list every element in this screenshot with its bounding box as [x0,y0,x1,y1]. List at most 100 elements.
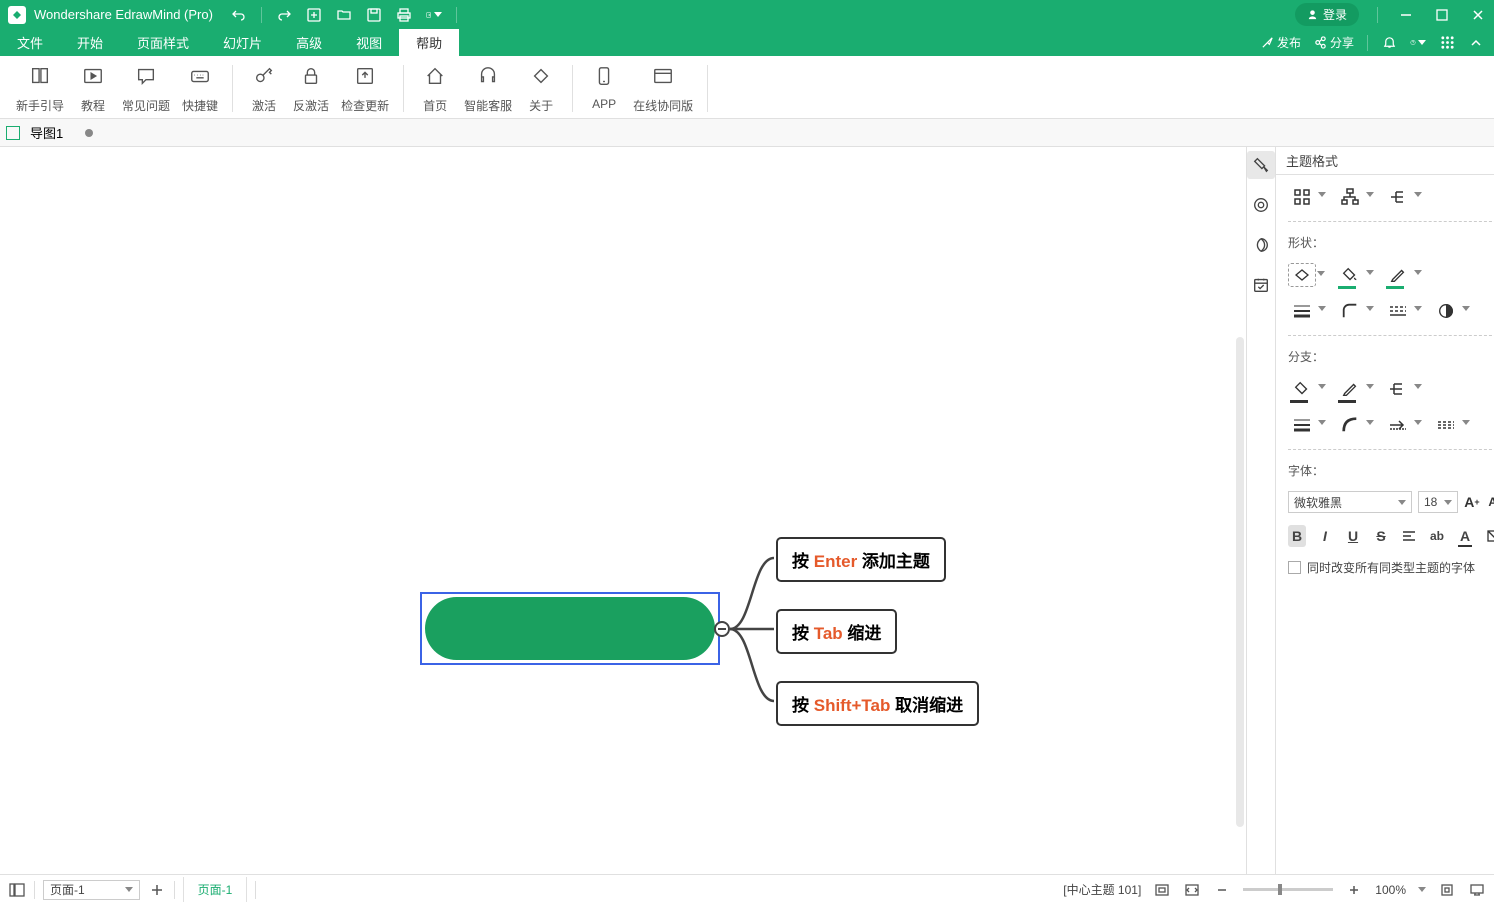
document-tabs: 导图1 [0,119,1494,147]
panel-task-icon[interactable] [1247,271,1275,299]
btn-update[interactable]: 检查更新 [335,63,395,116]
branch-start-button[interactable] [1384,413,1412,437]
menu-slides[interactable]: 幻灯片 [206,29,279,56]
zoom-out-icon[interactable] [1213,881,1231,899]
panel-page-icon[interactable] [1247,191,1275,219]
layout-tree-button[interactable] [1336,185,1364,209]
menu-help[interactable]: 帮助 [399,29,459,56]
fit-width-icon[interactable] [1183,881,1201,899]
branch-border-button[interactable] [1336,377,1364,401]
help-icon[interactable] [1410,35,1426,51]
minimize-icon[interactable] [1398,7,1414,23]
btn-support[interactable]: 智能客服 [458,63,518,116]
outline-view-icon[interactable] [8,881,26,899]
vertical-scrollbar[interactable] [1236,337,1244,827]
undo-icon[interactable] [231,7,247,23]
add-page-icon[interactable] [148,881,166,899]
zoom-slider[interactable] [1243,888,1333,891]
close-icon[interactable] [1470,7,1486,23]
share-button[interactable]: 分享 [1314,34,1354,51]
font-increase-icon[interactable]: A+ [1464,494,1480,510]
highlight-button[interactable] [1484,525,1494,547]
font-color-button[interactable]: A [1456,525,1474,547]
font-size-select[interactable]: 18 [1418,491,1458,513]
publish-button[interactable]: 发布 [1261,34,1301,51]
keyboard-icon [189,65,211,87]
print-icon[interactable] [396,7,412,23]
subtopic-1[interactable]: 按 Enter 添加主题 [776,537,946,582]
panel-layout-icon[interactable] [1247,231,1275,259]
canvas[interactable]: 按 Enter 添加主题 按 Tab 缩进 按 Shift+Tab 取消缩进 [0,147,1246,874]
zoom-percent[interactable]: 100% [1375,883,1406,897]
btn-about[interactable]: 关于 [518,63,564,116]
fit-page-icon[interactable] [1153,881,1171,899]
apply-similar-label: 同时改变所有同类型主题的字体 [1307,559,1475,576]
redo-icon[interactable] [276,7,292,23]
key-icon [253,65,275,87]
btn-activate[interactable]: 激活 [241,63,287,116]
btn-web[interactable]: 在线协同版 [627,63,699,116]
font-decrease-icon[interactable]: A- [1486,494,1494,510]
branch-connector-button[interactable] [1384,377,1412,401]
doc-icon [6,126,20,140]
subtopic-2[interactable]: 按 Tab 缩进 [776,609,897,654]
zoom-in-icon[interactable] [1345,881,1363,899]
phone-icon [593,65,615,87]
apps-icon[interactable] [1439,35,1455,51]
border-color-button[interactable] [1384,263,1412,287]
btn-guide[interactable]: 新手引导 [10,63,70,116]
border-weight-button[interactable] [1288,299,1316,323]
bold-button[interactable]: B [1288,525,1306,547]
layout-org-button[interactable] [1384,185,1412,209]
collapse-children-icon[interactable] [714,621,730,637]
btn-home[interactable]: 首页 [412,63,458,116]
login-button[interactable]: 登录 [1295,3,1359,26]
page-select[interactable]: 页面-1 [43,880,140,900]
save-icon[interactable] [366,7,382,23]
doc-tab-1[interactable]: 导图1 [30,123,63,142]
menu-file[interactable]: 文件 [0,29,60,56]
branch-fill-button[interactable] [1288,377,1316,401]
new-icon[interactable] [306,7,322,23]
login-label: 登录 [1323,6,1347,23]
menu-view[interactable]: 视图 [339,29,399,56]
app-logo [8,6,26,24]
panel-style-icon[interactable] [1247,151,1275,179]
central-topic[interactable] [420,592,720,665]
subtopic-3[interactable]: 按 Shift+Tab 取消缩进 [776,681,979,726]
branch-curve-button[interactable] [1336,413,1364,437]
present-icon[interactable] [1468,881,1486,899]
border-dash-button[interactable] [1384,299,1412,323]
branch-weight-button[interactable] [1288,413,1316,437]
menu-advanced[interactable]: 高级 [279,29,339,56]
font-family-select[interactable]: 微软雅黑 [1288,491,1412,513]
btn-tutorial[interactable]: 教程 [70,63,116,116]
apply-similar-checkbox[interactable] [1288,561,1301,574]
align-button[interactable] [1400,525,1418,547]
menu-start[interactable]: 开始 [60,29,120,56]
page-tab-1[interactable]: 页面-1 [183,877,248,902]
collapse-ribbon-icon[interactable] [1468,35,1484,51]
branch-end-button[interactable] [1432,413,1460,437]
fill-color-button[interactable] [1336,263,1364,287]
menu-page-style[interactable]: 页面样式 [120,29,206,56]
btn-app[interactable]: APP [581,63,627,113]
underline-button[interactable]: U [1344,525,1362,547]
maximize-icon[interactable] [1434,7,1450,23]
btn-faq[interactable]: 常见问题 [116,63,176,116]
open-icon[interactable] [336,7,352,23]
shadow-button[interactable] [1432,299,1460,323]
fullscreen-icon[interactable] [1438,881,1456,899]
bell-icon[interactable] [1381,35,1397,51]
case-button[interactable]: ab [1428,525,1446,547]
app-title: Wondershare EdrawMind (Pro) [34,7,213,22]
btn-deactivate[interactable]: 反激活 [287,63,335,116]
browser-icon [652,65,674,87]
layout-radial-button[interactable] [1288,185,1316,209]
italic-button[interactable]: I [1316,525,1334,547]
export-icon[interactable] [426,7,442,23]
shape-type-button[interactable] [1288,263,1316,287]
btn-shortcuts[interactable]: 快捷键 [176,63,224,116]
corner-button[interactable] [1336,299,1364,323]
strike-button[interactable]: S [1372,525,1390,547]
